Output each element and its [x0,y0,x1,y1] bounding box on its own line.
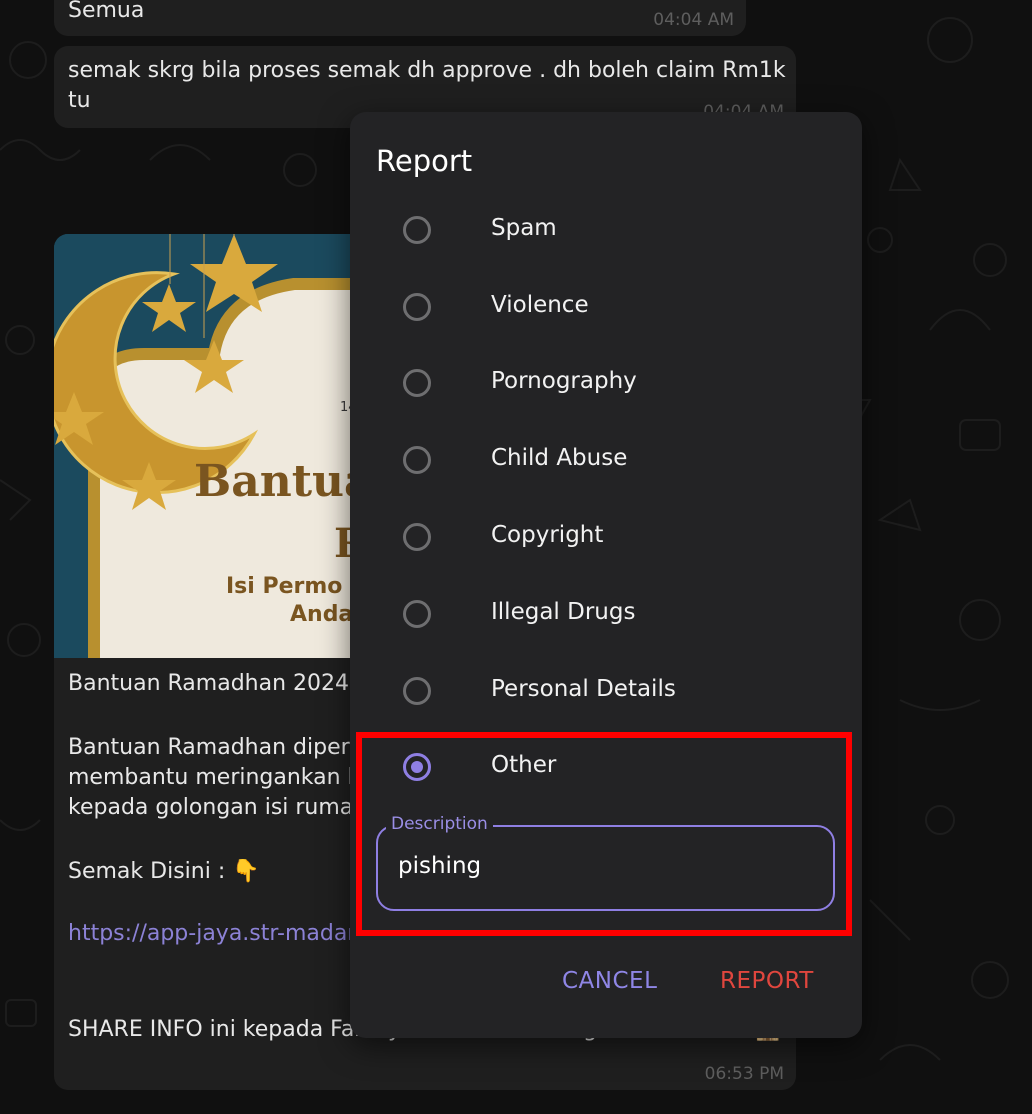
report-dialog: Report Spam Violence Pornography Child A… [350,112,862,1038]
post-para-line: membantu meringankan b [68,765,362,790]
radio-button[interactable] [403,369,431,397]
image-text-sub: Isi Permo [226,574,343,599]
option-copyright[interactable]: Copyright [350,505,862,575]
description-input[interactable] [398,853,798,879]
image-text-title: Bantua [194,456,373,507]
cancel-button[interactable]: CANCEL [562,968,657,994]
message-text: Semua [68,0,145,23]
message-bubble: Semua 04:04 AM [54,0,746,36]
option-label: Personal Details [491,676,676,702]
option-label: Violence [491,292,589,318]
radio-button[interactable] [403,523,431,551]
image-text-sub-2: Anda [290,602,354,627]
option-label: Child Abuse [491,445,628,471]
option-child-abuse[interactable]: Child Abuse [350,428,862,498]
description-label: Description [386,814,493,834]
option-label: Spam [491,215,557,241]
option-violence[interactable]: Violence [350,275,862,345]
description-field[interactable] [376,825,835,911]
radio-button[interactable] [403,216,431,244]
report-button[interactable]: REPORT [720,968,814,994]
option-personal-details[interactable]: Personal Details [350,659,862,729]
option-illegal-drugs[interactable]: Illegal Drugs [350,582,862,652]
option-pornography[interactable]: Pornography [350,351,862,421]
option-label: Copyright [491,522,604,548]
radio-button[interactable] [403,600,431,628]
option-label: Pornography [491,368,637,394]
option-label: Other [491,752,557,778]
post-link[interactable]: https://app-jaya.str-madar [68,918,356,949]
option-other[interactable]: Other [350,735,862,805]
post-title: Bantuan Ramadhan 2024 [68,671,350,696]
post-para-line: kepada golongan isi rumal [68,795,360,820]
radio-button[interactable] [403,677,431,705]
radio-button[interactable] [403,293,431,321]
post-semak: Semak Disini : 👇 [68,859,260,884]
option-spam[interactable]: Spam [350,198,862,268]
post-para-line: Bantuan Ramadhan diperk [68,735,363,760]
message-time: 06:53 PM [704,1064,784,1084]
radio-button[interactable] [403,446,431,474]
radio-button-selected[interactable] [403,753,431,781]
message-time: 04:04 AM [653,10,734,30]
dialog-title: Report [376,144,473,178]
option-label: Illegal Drugs [491,599,636,625]
message-text: semak skrg bila proses semak dh approve … [68,58,786,113]
